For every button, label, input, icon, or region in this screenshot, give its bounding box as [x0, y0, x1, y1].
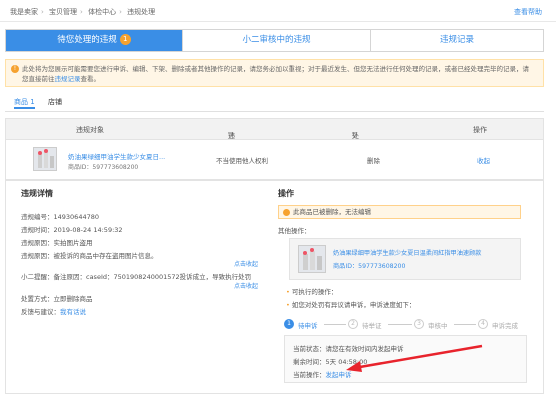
product-thumbnail[interactable]	[298, 245, 326, 273]
field-value: 2019-08-24 14:59:32	[53, 226, 123, 234]
violation-type: 不当使用他人权利	[216, 157, 268, 165]
breadcrumb-item[interactable]: 体检中心	[88, 8, 116, 16]
breadcrumb-separator: ›	[119, 8, 122, 16]
field-label: 违规编号：	[21, 213, 54, 221]
breadcrumb-item[interactable]: 宝贝管理	[49, 8, 77, 16]
exec-ops-label: • 可执行的操作：	[286, 286, 337, 296]
notice-banner: ! 此处将为您展示可能需要您进行申诉、编辑、下架、删除或者其他操作的记录，请您务…	[5, 59, 544, 87]
breadcrumb-separator: ›	[80, 8, 83, 16]
violation-tabs: 待您处理的违规 1 小二审核中的违规 违规记录	[5, 29, 544, 52]
step-marker: 1	[284, 319, 294, 329]
collapse-link-1[interactable]: 点击收起	[234, 259, 258, 268]
count-badge: 1	[119, 34, 131, 45]
tab-label: 违规记录	[439, 35, 474, 45]
field-value: 14930644780	[53, 213, 100, 221]
step-marker: 4	[478, 319, 488, 329]
feedback-field: 反馈与建议：我有话说	[21, 306, 86, 316]
breadcrumb-item: 违规处理	[127, 8, 156, 16]
field-label: 违规时间：	[21, 226, 54, 234]
product-title[interactable]: 奶油果绿细甲油学生款少女夏日...	[68, 151, 165, 161]
red-arrow-annotation	[346, 344, 483, 372]
breadcrumb-item[interactable]: 我是卖家	[10, 8, 38, 16]
table-row: 奶油果绿细甲油学生款少女夏日... 商品ID：597773608200 不当使用…	[5, 140, 544, 180]
field-label: 违规原因：	[21, 252, 54, 260]
item-id[interactable]: 商品ID：597773608200	[333, 261, 405, 270]
divider	[5, 111, 544, 112]
item-title-link[interactable]: 奶油果绿细甲油学生款少女夏日温柔间紅指甲油速顾款	[333, 248, 482, 257]
dispose-method: 删除	[367, 157, 380, 165]
step-connector	[324, 324, 346, 325]
subtab-items[interactable]: 商品 1	[14, 97, 35, 109]
tab-pending[interactable]: 待您处理的违规 1	[6, 30, 183, 51]
field-label: 违规原因：	[21, 239, 54, 247]
deleted-message: 此商品已被删除，无法编辑	[293, 208, 371, 216]
field-value: 被投诉的商品中存在盗用图片信息。	[53, 252, 158, 260]
tab-records[interactable]: 违规记录	[371, 30, 543, 51]
tab-label: 小二审核中的违规	[242, 35, 311, 45]
appeal-hint: • 如您对处罚有异议请申诉，申诉进度如下：	[286, 299, 415, 309]
col-object: 违规对象	[76, 126, 104, 134]
step-marker: 2	[348, 319, 358, 329]
tab-label: 待您处理的违规	[57, 35, 117, 45]
field-value: 实拍图片盗用	[53, 239, 93, 247]
warning-icon: !	[11, 65, 19, 73]
help-link[interactable]: 查看帮助	[514, 7, 542, 17]
ops-title: 操作	[278, 189, 294, 198]
violation-reason-field: 违规原因：实拍图片盗用	[21, 237, 93, 247]
appeal-steps: 1 待申诉 2 待举证 3 审核中 4 申诉完成	[284, 317, 534, 331]
step-connector	[388, 324, 412, 325]
warning-dot-icon	[283, 209, 290, 216]
violation-reason-detail: 违规原因：被投诉的商品中存在盗用图片信息。	[21, 250, 158, 260]
subtab-shop[interactable]: 店铺	[48, 97, 62, 109]
step-label: 待申诉	[298, 322, 318, 330]
dispose-field: 处置方式：立即删除商品	[21, 293, 93, 303]
notice-text: 此处将为您展示可能需要您进行申诉、编辑、下架、删除或者其他操作的记录，请您务必加…	[22, 65, 529, 73]
field-value: 备注原因：caseId：7501908240001572投诉成立，导致执行处罚	[53, 273, 252, 281]
field-label: 反馈与建议：	[21, 308, 60, 316]
violation-records-link[interactable]: 违规记录	[55, 75, 81, 83]
status-label: 当前状态：	[293, 345, 326, 353]
breadcrumb: 我是卖家 › 宝贝管理 › 体检中心 › 违规处理	[10, 7, 155, 17]
notice-text-pre: 您直接前往	[22, 75, 55, 83]
step-connector	[454, 324, 476, 325]
filter-icon: ▽	[352, 131, 358, 139]
step-label: 审核中	[428, 322, 448, 330]
deleted-notice: 此商品已被删除，无法编辑	[278, 205, 521, 219]
product-id: 商品ID：597773608200	[68, 164, 139, 171]
violation-id-field: 违规编号：14930644780	[21, 211, 99, 221]
field-label: 小二提醒：	[21, 273, 54, 281]
appeal-hint-text: 如您对处罚有异议请申诉，申诉进度如下：	[291, 301, 416, 309]
col-action: 操作	[473, 126, 487, 134]
staff-note: 小二提醒：备注原因：caseId：7501908240001572投诉成立，导致…	[21, 271, 251, 281]
item-card: 奶油果绿细甲油学生款少女夏日温柔间紅指甲油速顾款 商品ID：5977736082…	[289, 238, 521, 280]
notice-text-line2: 您直接前往违规记录查看。	[22, 74, 535, 84]
notice-text-post: 查看。	[80, 75, 101, 83]
exec-label-text: 可执行的操作：	[291, 288, 338, 296]
step-label: 待举证	[362, 322, 382, 330]
step-marker: 3	[414, 319, 424, 329]
field-label: 处置方式：	[21, 295, 54, 303]
feedback-link[interactable]: 我有话说	[60, 308, 86, 316]
op-label: 当前操作：	[293, 371, 326, 379]
step-label: 申诉完成	[492, 322, 518, 330]
remain-label: 剩余时间：	[293, 358, 326, 366]
product-thumbnail[interactable]	[33, 147, 57, 171]
tab-reviewing[interactable]: 小二审核中的违规	[183, 30, 371, 51]
other-ops-label: 其他操作：	[278, 227, 311, 235]
collapse-link-2[interactable]: 点击收起	[234, 281, 258, 290]
field-value: 立即删除商品	[53, 295, 93, 303]
detail-title: 违规详情	[21, 189, 53, 198]
filter-icon: ▽	[228, 131, 234, 139]
table-header: 违规对象 违规类型 ▽ 处置方式 ▽ 操作	[5, 118, 544, 170]
violation-time-field: 违规时间：2019-08-24 14:59:32	[21, 224, 123, 234]
breadcrumb-separator: ›	[41, 8, 44, 16]
collapse-link[interactable]: 收起	[477, 155, 490, 165]
